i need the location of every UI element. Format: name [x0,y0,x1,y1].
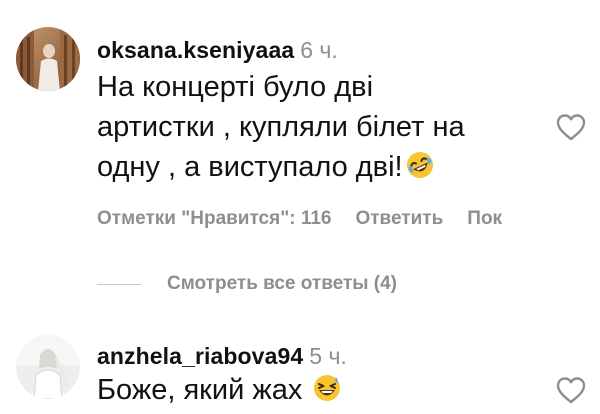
comment-2-username[interactable]: anzhela_riabova94 [97,343,303,369]
more-button[interactable]: Пок [467,208,502,229]
comment-1-line-2: артистки , купляли білет на [97,111,465,143]
avatar-oksana[interactable] [16,27,80,91]
comment-1-header: oksana.kseniyaaa 6 ч. [97,36,338,64]
comment-2-header: anzhela_riabova94 5 ч. [97,342,347,370]
comment-2-time: 5 ч. [309,343,347,369]
comment-2-text: Боже, який жах [97,370,342,410]
comment-1-line-1: На концерті було дві [97,71,374,103]
comment-2-line-1: Боже, який жах [97,374,303,406]
replies-divider [97,283,141,285]
rolling-on-floor-laughing-emoji [405,150,435,180]
view-replies[interactable]: Смотреть все ответы (4) [97,273,397,295]
like-heart-icon[interactable] [555,112,587,142]
comment-1-text: На концерті було дві артистки , купляли … [97,67,465,187]
comment-1-line-3-wrap: одну , а виступало дві! [97,147,465,187]
comment-1-line-3: одну , а виступало дві! [97,151,403,183]
like-heart-icon[interactable] [555,375,587,405]
comment-1-time: 6 ч. [300,37,338,63]
reply-button[interactable]: Ответить [355,208,443,229]
avatar-photo [16,335,80,399]
view-replies-button[interactable]: Смотреть все ответы (4) [167,273,397,295]
comment-1-actions: Отметки "Нравится": 116 Ответить Пок [97,207,502,231]
avatar-photo [16,27,80,91]
grinning-squinting-sweat-emoji [312,373,342,403]
likes-count-link[interactable]: Отметки "Нравится": 116 [97,208,331,229]
comment-1-username[interactable]: oksana.kseniyaaa [97,37,294,63]
comments-panel: oksana.kseniyaaa 6 ч. На концерті було дв… [0,0,600,414]
avatar-anzhela[interactable] [16,335,80,399]
comment-2-line-1-wrap: Боже, який жах [97,370,342,410]
